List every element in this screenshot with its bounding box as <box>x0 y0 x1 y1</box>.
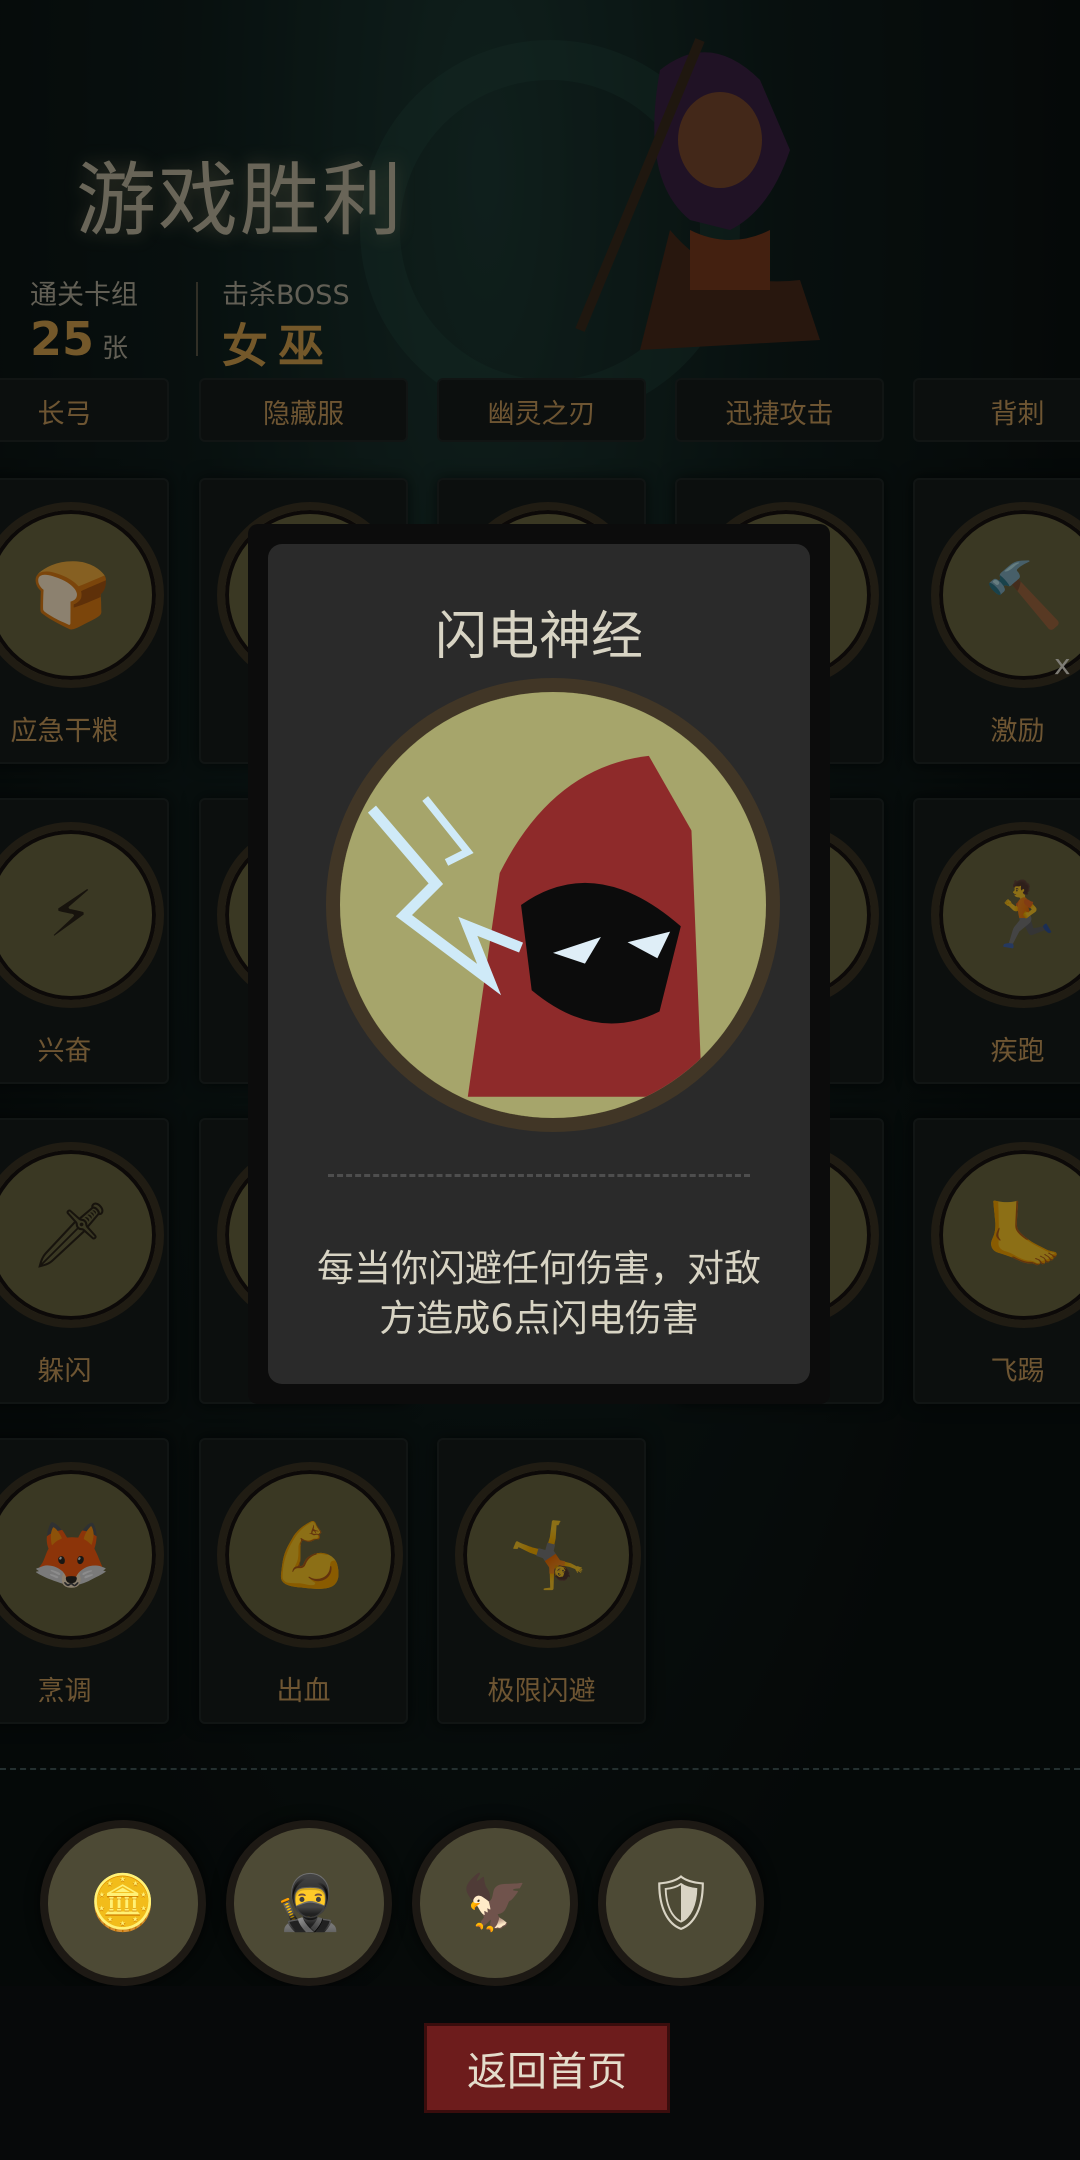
hooded-icon[interactable]: 🥷 <box>226 1820 392 1986</box>
card-detail-description: 每当你闪避任何伤害，对敌方造成6点闪电伤害 <box>317 1247 761 1340</box>
return-home-button[interactable]: 返回首页 <box>424 2023 670 2113</box>
card-detail-modal: 闪电神经 每当你闪避任何伤害，对敌方造成6点闪电伤害 <box>248 524 830 1404</box>
modal-divider <box>328 1174 750 1177</box>
card-detail-panel: 闪电神经 每当你闪避任何伤害，对敌方造成6点闪电伤害 <box>268 544 810 1384</box>
eagle-icon[interactable]: 🦅 <box>412 1820 578 1986</box>
armor-icon[interactable]: 🛡 <box>598 1820 764 1986</box>
lightning-nerve-icon <box>326 678 780 1132</box>
card-detail-title: 闪电神经 <box>434 607 643 667</box>
coin-icon[interactable]: 🪙 <box>40 1820 206 1986</box>
bottom-divider <box>0 1768 1080 1770</box>
